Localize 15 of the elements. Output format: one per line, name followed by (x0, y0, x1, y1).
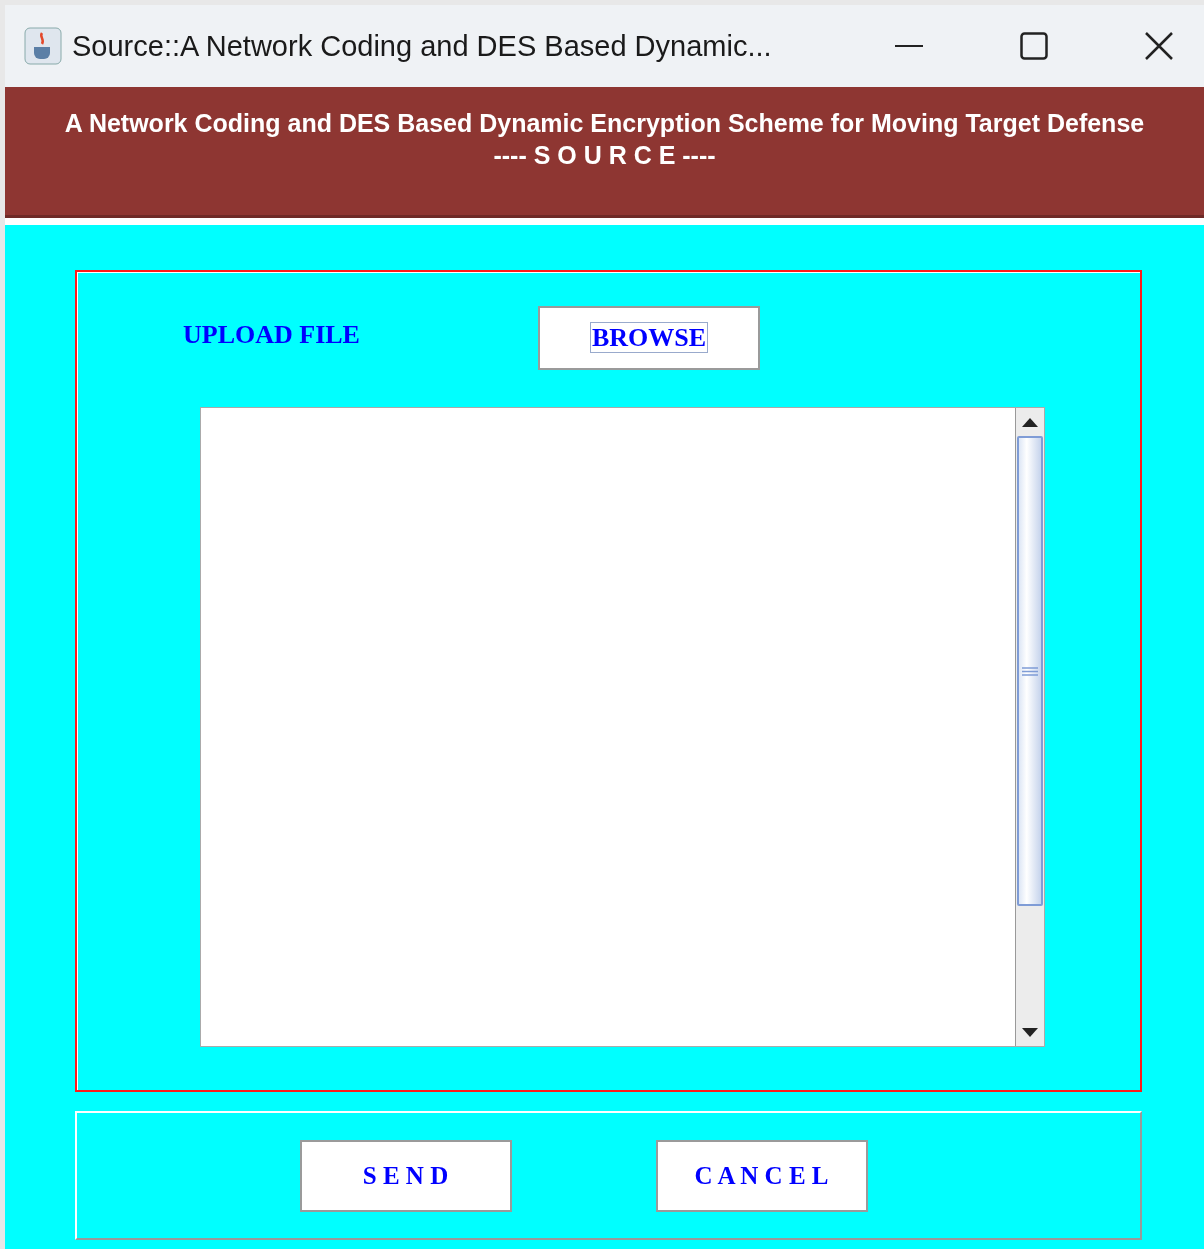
cup-icon (24, 27, 62, 65)
up-arrow-icon[interactable] (1022, 417, 1038, 427)
header-title: A Network Coding and DES Based Dynamic Encryption Scheme for Moving Target Defense (64, 109, 1145, 138)
scrollbar[interactable] (1015, 408, 1044, 1046)
window-title: Source::A Network Coding and DES Based Dynamic... (72, 29, 773, 63)
upload-label: UPLOAD FILE (183, 320, 361, 350)
action-button[interactable]: C A N C E L (655, 1139, 868, 1212)
grip-icon (1022, 666, 1038, 676)
maximize-icon[interactable] (1020, 32, 1048, 60)
browse-button[interactable]: BROWSE (538, 306, 760, 370)
close-icon[interactable] (1144, 31, 1174, 61)
header-subtitle: ---- S O U R C E ---- (493, 141, 716, 170)
minimize-icon[interactable] (895, 44, 923, 48)
down-arrow-icon[interactable] (1022, 1027, 1038, 1037)
action-button[interactable]: S E N D (299, 1139, 512, 1212)
